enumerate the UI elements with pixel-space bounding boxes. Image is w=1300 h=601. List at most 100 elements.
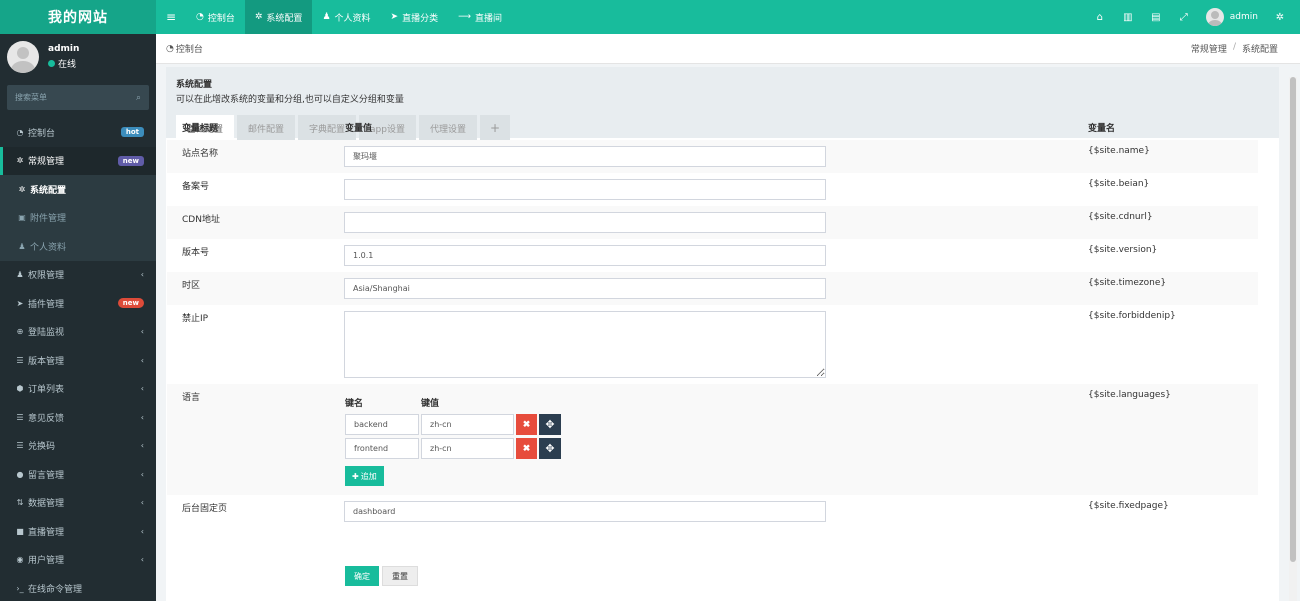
top-right-tools: ⌂ ▥ ▤ ⤢ admin ✲ [1086,0,1300,34]
list-item: ✖ ✥ [345,414,1073,435]
table-row: 禁止IP {$site.forbiddenip} [167,305,1258,384]
sidebar-item-message[interactable]: ● 留言管理 ‹ [0,460,156,489]
fullscreen-icon[interactable]: ⤢ [1170,0,1198,34]
sidebar-item-attachment[interactable]: ▣ 附件管理 [0,203,156,232]
top-user-menu[interactable]: admin [1198,8,1266,26]
column-header: 变量值 [345,124,373,134]
sidebar-item-orders[interactable]: ⬢ 订单列表 ‹ [0,375,156,404]
scrollbar[interactable] [1289,77,1297,601]
user-icon: ♟ [18,241,26,251]
table-row: 后台固定页 {$site.fixedpage} [167,495,1258,528]
sidebar-item-login-monitor[interactable]: ⊕ 登陆监视 ‹ [0,318,156,347]
remove-button[interactable]: ✖ [516,438,537,459]
submit-button[interactable]: 确定 [345,566,379,586]
reset-button[interactable]: 重置 [382,566,418,586]
sidebar-item-system-config[interactable]: ✲ 系统配置 [0,175,156,204]
topnav-live-room[interactable]: ⟶ 直播间 [448,0,512,34]
language-key-input[interactable] [345,438,419,459]
row-title: 站点名称 [167,140,330,173]
form-actions: 确定 重置 [345,566,418,586]
table-row: CDN地址 {$site.cdnurl} [167,206,1258,239]
sidebar-item-feedback[interactable]: ☰ 意见反馈 ‹ [0,403,156,432]
sidebar-item-command[interactable]: ›_ 在线命令管理 [0,574,156,601]
sidebar-toggle-button[interactable]: ≡ [156,0,186,34]
list-icon: ☰ [16,412,24,422]
row-title: 语言 [167,384,330,495]
search-icon[interactable]: ⌕ [136,93,141,103]
sidebar: admin 在线 ⌕ ◔控制台 hot ✲常规管理 new ✲系统配置 ▣附件管… [0,34,156,601]
search-input[interactable] [15,93,115,102]
dashboard-icon: ◔ [16,127,24,137]
sidebar-item-profile[interactable]: ♟ 个人资料 [0,232,156,261]
sidebar-item-auth[interactable]: ♟ 权限管理 ‹ [0,261,156,290]
scrollbar-thumb[interactable] [1290,77,1296,562]
menu-icon: ≡ [165,10,177,24]
topnav-dashboard[interactable]: ◔ 控制台 [186,0,245,34]
chevron-left-icon: ‹ [140,526,144,536]
chevron-left-icon: ‹ [140,355,144,365]
topnav-profile[interactable]: ♟ 个人资料 [312,0,380,34]
beian-input[interactable] [344,179,826,200]
append-button[interactable]: ✚ 追加 [345,466,384,486]
avatar [7,41,39,73]
chevron-left-icon: ‹ [140,441,144,451]
sidebar-item-dashboard[interactable]: ◔ 控制台 hot [0,118,156,147]
sidebar-item-data[interactable]: ⇅ 数据管理 ‹ [0,489,156,518]
gears-icon[interactable]: ✲ [1266,0,1294,34]
timezone-input[interactable] [344,278,826,299]
forbidden-ip-textarea[interactable] [344,311,826,378]
drag-handle[interactable]: ✥ [539,414,561,435]
group-icon: ♟ [16,270,24,280]
trash-icon[interactable]: ▥ [1114,0,1142,34]
sidebar-item-users[interactable]: ◉ 用户管理 ‹ [0,546,156,575]
drag-handle[interactable]: ✥ [539,438,561,459]
topnav-system-config[interactable]: ✲ 系统配置 [244,0,313,34]
sidebar-item-addon[interactable]: ➤ 插件管理 new [0,289,156,318]
language-value-input[interactable] [421,414,514,435]
sidebar-search: ⌕ [7,85,149,110]
language-key-input[interactable] [345,414,419,435]
breadcrumb-item[interactable]: 常规管理 [1191,42,1227,55]
version-input[interactable] [344,245,826,266]
sidebar-item-version[interactable]: ☰ 版本管理 ‹ [0,346,156,375]
language-value-input[interactable] [421,438,514,459]
cdn-url-input[interactable] [344,212,826,233]
chevron-left-icon: ‹ [140,498,144,508]
topnav-live-category[interactable]: ➤ 直播分类 [381,0,449,34]
move-icon: ✥ [545,419,555,431]
table-row: 时区 {$site.timezone} [167,272,1258,305]
breadcrumb: ◔ 控制台 常规管理 / 系统配置 [156,34,1300,64]
languages-header: 键名 键值 [345,399,440,409]
comment-icon: ● [16,469,24,479]
row-variable: {$site.fixedpage} [1088,501,1169,511]
gear-icon: ✲ [18,184,26,194]
row-variable: {$site.forbiddenip} [1088,311,1176,321]
remove-button[interactable]: ✖ [516,414,537,435]
brand-logo[interactable]: 我的网站 [0,0,156,34]
panel-description: 可以在此增改系统的变量和分组,也可以自定义分组和变量 [176,95,404,105]
row-title: 版本号 [182,248,210,258]
chevron-left-icon: ‹ [140,555,144,565]
site-name-input[interactable] [344,146,826,167]
cogs-icon: ✲ [16,156,24,166]
user-circle-icon: ◉ [16,555,24,565]
column-header: 变量名 [1088,124,1116,134]
fixed-page-input[interactable] [344,501,826,522]
language-icon[interactable]: ▤ [1142,0,1170,34]
sidebar-item-general[interactable]: ✲ 常规管理 new [0,146,156,175]
rocket-icon: ➤ [16,298,24,308]
status-badge: hot [120,127,144,138]
sidebar-item-live[interactable]: ■ 直播管理 ‹ [0,517,156,546]
user-icon: ♟ [322,12,331,22]
page-title: 控制台 [175,45,203,55]
sidebar-item-redeem[interactable]: ☰ 兑换码 ‹ [0,432,156,461]
row-variable: {$site.name} [1073,140,1258,173]
row-variable: {$site.version} [1088,245,1158,255]
top-bar: 我的网站 ≡ ◔ 控制台 ✲ 系统配置 ♟ 个人资料 ➤ 直播分类 ⟶ 直播间 ⌂ ▥ ▤… [0,0,1300,34]
top-nav: ≡ ◔ 控制台 ✲ 系统配置 ♟ 个人资料 ➤ 直播分类 ⟶ 直播间 [156,0,512,34]
list-item: ✖ ✥ [345,438,1073,459]
home-icon[interactable]: ⌂ [1086,0,1114,34]
online-dot-icon [48,60,55,67]
avatar [1205,8,1224,26]
list-icon: ☰ [16,441,24,451]
